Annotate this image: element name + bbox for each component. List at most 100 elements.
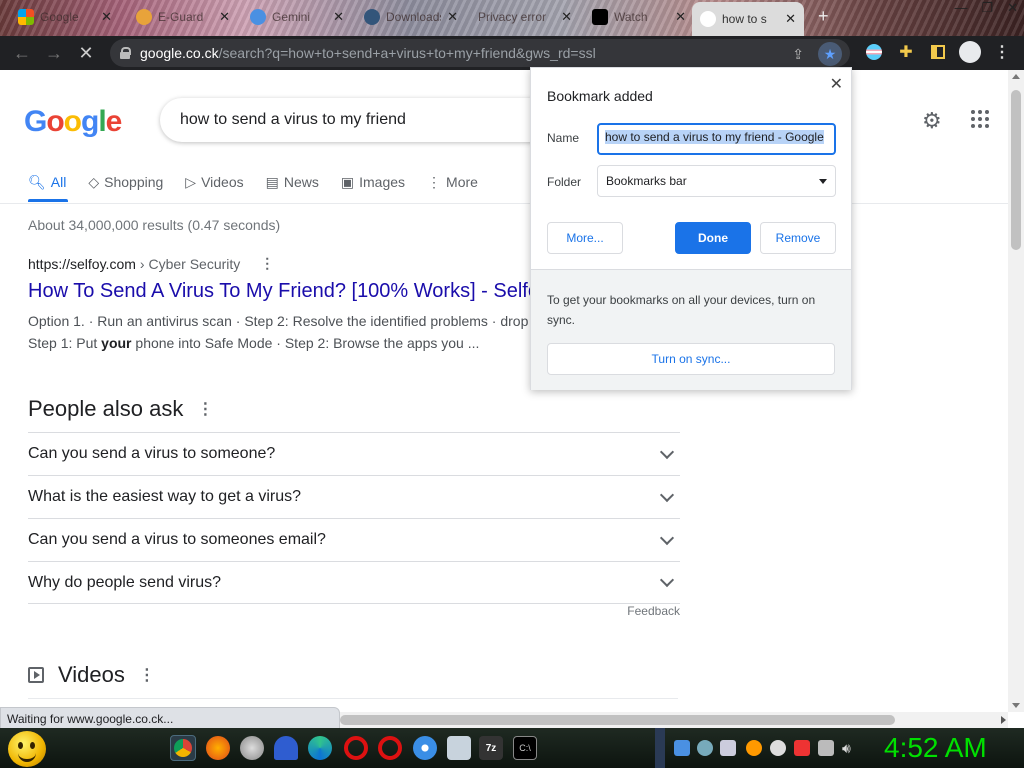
- paa-question[interactable]: What is the easiest way to get a virus?: [28, 475, 680, 518]
- 7zip-icon[interactable]: 7z: [479, 736, 503, 760]
- tray-icon[interactable]: [697, 740, 713, 756]
- more-button[interactable]: More...: [547, 222, 623, 254]
- app-icon[interactable]: [413, 736, 437, 760]
- share-icon[interactable]: ⇪: [792, 46, 804, 63]
- result-options-icon[interactable]: ⋮: [260, 255, 274, 272]
- profile-avatar-icon[interactable]: [958, 40, 982, 64]
- tab-all[interactable]: 🔍︎ All: [28, 170, 66, 194]
- tray-icon[interactable]: [720, 740, 736, 756]
- paa-options-icon[interactable]: ⋮: [197, 399, 213, 419]
- browser-tab-3[interactable]: Gemini ✕: [242, 2, 352, 32]
- network-icon[interactable]: [818, 740, 834, 756]
- tab-videos[interactable]: ▷ Videos: [185, 170, 243, 194]
- taskbar-splitter[interactable]: [655, 728, 665, 768]
- google-favicon-icon: [700, 11, 716, 27]
- extensions-puzzle-icon[interactable]: ✚: [894, 40, 918, 64]
- chevron-down-icon: [659, 572, 675, 588]
- tab-close-icon[interactable]: ✕: [785, 11, 796, 27]
- browser-tab-2[interactable]: E-Guard ✕: [128, 2, 238, 32]
- tab-close-icon[interactable]: ✕: [333, 9, 344, 25]
- horizontal-scroll-thumb[interactable]: [340, 715, 895, 725]
- result-stats: About 34,000,000 results (0.47 seconds): [28, 217, 281, 233]
- browser-tab-active[interactable]: how to s ✕: [692, 2, 804, 36]
- play-icon: ▷: [185, 173, 197, 190]
- tab-images[interactable]: ▣ Images: [341, 170, 405, 194]
- browser-menu-icon[interactable]: ⋮: [990, 40, 1014, 64]
- tab-close-icon[interactable]: ✕: [219, 9, 230, 25]
- google-results-page: Google how to send a virus to my friend …: [0, 70, 1008, 710]
- maximize-icon[interactable]: ❐: [981, 0, 993, 16]
- bookmark-star-icon[interactable]: ★: [818, 42, 842, 66]
- back-arrow-icon[interactable]: ←: [6, 37, 38, 69]
- tray-icon[interactable]: [674, 740, 690, 756]
- feedback-link[interactable]: Feedback: [627, 604, 680, 618]
- edge-icon[interactable]: [308, 736, 332, 760]
- settings-gear-icon[interactable]: ⚙: [922, 108, 942, 134]
- browser-tab-5[interactable]: Privacy error ✕: [470, 2, 580, 32]
- volume-icon[interactable]: 🔊︎: [842, 740, 858, 756]
- tab-close-icon[interactable]: ✕: [447, 9, 458, 25]
- tab-close-icon[interactable]: ✕: [561, 9, 572, 25]
- browser-tab-4[interactable]: Downloads ✕: [356, 2, 466, 32]
- done-button[interactable]: Done: [675, 222, 751, 254]
- search-input[interactable]: how to send a virus to my friend: [160, 98, 560, 142]
- scroll-down-icon[interactable]: [1012, 703, 1020, 708]
- taskbar-chrome-button[interactable]: [170, 735, 196, 761]
- start-smiley-icon[interactable]: [8, 731, 46, 767]
- watch-site-icon: [592, 9, 608, 25]
- videos-heading: Videos ⋮: [28, 662, 155, 688]
- search-tabs: 🔍︎ All ◇ Shopping ▷ Videos ▤ News ▣ Imag…: [28, 170, 500, 194]
- notepad-icon[interactable]: [447, 736, 471, 760]
- opera-gx-icon[interactable]: [378, 736, 402, 760]
- tab-strip: Google ✕ E-Guard ✕ Gemini ✕ Downloads ✕ …: [0, 0, 1024, 36]
- scroll-up-icon[interactable]: [1012, 74, 1020, 79]
- videos-options-icon[interactable]: ⋮: [139, 665, 155, 685]
- paa-question[interactable]: Why do people send virus?: [28, 561, 680, 604]
- scroll-right-icon[interactable]: [1001, 716, 1006, 724]
- forward-arrow-icon[interactable]: →: [38, 37, 70, 69]
- vertical-scrollbar[interactable]: [1008, 70, 1024, 712]
- minimize-icon[interactable]: —: [954, 0, 967, 16]
- app-icon[interactable]: [274, 736, 298, 760]
- eguard-icon: [136, 9, 152, 25]
- browser-tab-1[interactable]: Google ✕: [10, 2, 120, 32]
- tab-shopping[interactable]: ◇ Shopping: [88, 170, 163, 194]
- close-icon[interactable]: ✕: [830, 74, 843, 94]
- new-tab-icon[interactable]: +: [818, 6, 829, 27]
- opera-icon[interactable]: [344, 736, 368, 760]
- bookmark-folder-select[interactable]: Bookmarks bar: [597, 165, 836, 197]
- tab-news[interactable]: ▤ News: [266, 170, 319, 194]
- stop-loading-icon[interactable]: ✕: [70, 37, 102, 69]
- google-logo[interactable]: Google: [24, 105, 122, 139]
- tab-more[interactable]: ⋮ More: [427, 170, 478, 194]
- search-tray-icon[interactable]: [746, 740, 762, 756]
- remove-button[interactable]: Remove: [760, 222, 836, 254]
- tray-icon[interactable]: [794, 740, 810, 756]
- result-title-link[interactable]: How To Send A Virus To My Friend? [100% …: [28, 280, 539, 303]
- search-icon: 🔍︎: [28, 173, 46, 190]
- close-window-icon[interactable]: ✕: [1007, 0, 1018, 16]
- tab-close-icon[interactable]: ✕: [101, 9, 112, 25]
- turn-on-sync-button[interactable]: Turn on sync...: [547, 343, 835, 375]
- bookmark-added-dialog: Bookmark added ✕ Name how to send a viru…: [530, 67, 852, 390]
- bookmark-name-field[interactable]: how to send a virus to my friend - Googl…: [597, 123, 836, 155]
- paa-question[interactable]: Can you send a virus to someone?: [28, 432, 680, 475]
- tray-icon[interactable]: [770, 740, 786, 756]
- tag-icon: ◇: [88, 173, 100, 190]
- reading-list-icon[interactable]: [926, 40, 950, 64]
- result-cite: https://selfoy.com › Cyber Security ⋮: [28, 255, 275, 272]
- taskbar-clock[interactable]: 4:52 AM: [884, 732, 987, 764]
- browser-tab-6[interactable]: Watch ✕: [584, 2, 694, 32]
- taskbar: 7z C:\ 🔊︎ 4:52 AM: [0, 728, 1024, 768]
- address-bar[interactable]: google.co.ck/search?q=how+to+send+a+viru…: [110, 39, 850, 67]
- lock-icon[interactable]: [120, 47, 131, 59]
- vertical-scroll-thumb[interactable]: [1011, 90, 1021, 250]
- paa-question[interactable]: Can you send a virus to someones email?: [28, 518, 680, 561]
- google-apps-icon[interactable]: [971, 110, 989, 128]
- sync-promo: To get your bookmarks on all your device…: [531, 269, 851, 390]
- extension-flag-icon[interactable]: [862, 40, 886, 64]
- app-icon[interactable]: [240, 736, 264, 760]
- firefox-icon[interactable]: [206, 736, 230, 760]
- command-prompt-icon[interactable]: C:\: [513, 736, 537, 760]
- tab-close-icon[interactable]: ✕: [675, 9, 686, 25]
